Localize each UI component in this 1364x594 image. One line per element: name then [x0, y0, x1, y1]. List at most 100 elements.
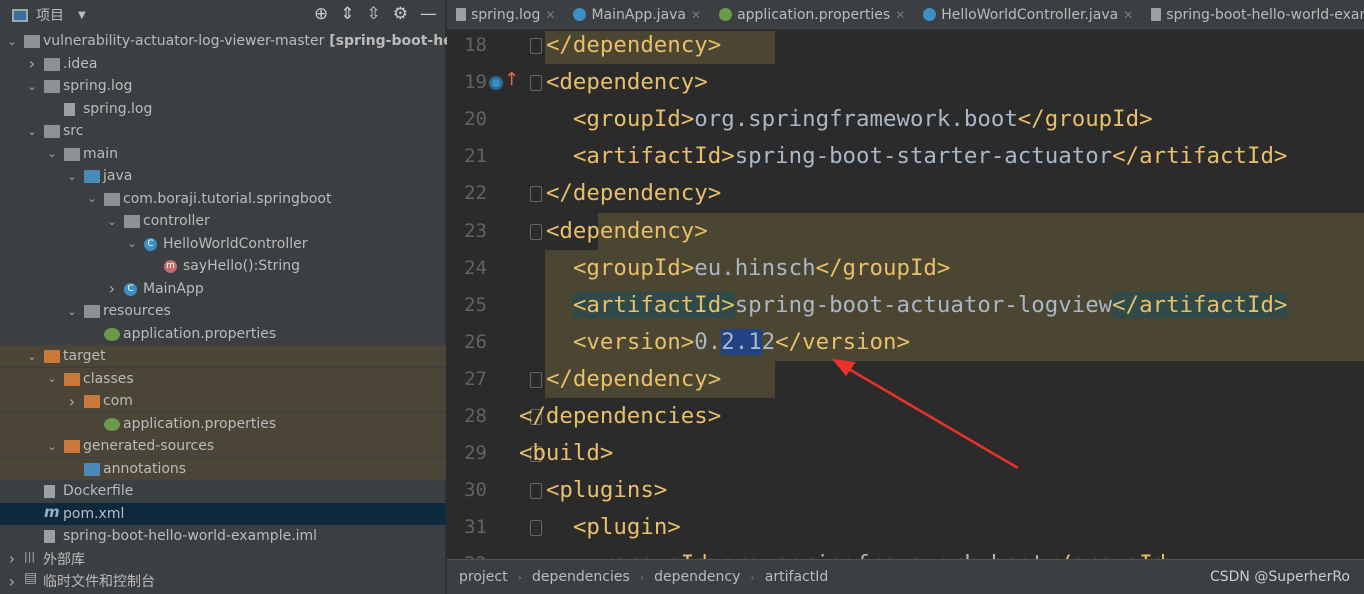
fold-icon[interactable] [530, 223, 542, 240]
minimize-icon[interactable]: — [420, 4, 437, 24]
tab[interactable]: spring.log ✕ [447, 7, 564, 23]
chevron-down-icon[interactable]: ⌄ [6, 35, 18, 48]
chevron-right-icon[interactable]: › [26, 54, 38, 73]
close-icon[interactable]: ✕ [691, 8, 701, 22]
code-line[interactable]: <dependency> [546, 64, 708, 101]
close-icon[interactable]: ✕ [1123, 8, 1133, 22]
expand-all-icon[interactable]: ⇕ [340, 4, 354, 24]
tree-item[interactable]: Dockerfile [0, 480, 446, 502]
tree-item[interactable]: application.properties [0, 323, 446, 345]
chevron-down-icon[interactable]: ⌄ [26, 350, 38, 363]
chevron-down-icon[interactable]: ⌄ [126, 237, 138, 250]
tree-item-label: Dockerfile [63, 483, 134, 499]
method-icon: m [164, 260, 177, 273]
close-icon[interactable]: ✕ [895, 8, 905, 22]
fold-icon[interactable] [530, 38, 542, 54]
chevron-down-icon[interactable]: ⌄ [106, 215, 118, 228]
override-gutter-icon[interactable] [489, 76, 503, 91]
code-line[interactable]: <groupId>org.springframework.boot</group… [573, 101, 1153, 138]
file-icon [923, 8, 937, 21]
code-line[interactable]: </dependency> [546, 361, 721, 398]
breadcrumb: project › dependencies › dependency › artif… [447, 559, 1364, 594]
code-line[interactable]: <artifactId>spring-boot-starter-actuator… [573, 138, 1287, 175]
tree-item[interactable]: spring.log [0, 98, 446, 120]
code-line[interactable]: </dependency> [546, 31, 721, 64]
chevron-right-icon[interactable]: › [106, 279, 118, 298]
fold-icon[interactable] [530, 75, 542, 92]
chevron-down-icon[interactable]: ⌄ [66, 170, 78, 183]
tree-item[interactable]: m sayHello():String [0, 255, 446, 277]
tree-item[interactable]: › ||| 外部库 [0, 548, 446, 570]
tree-item-label: src [63, 123, 84, 139]
tree-item[interactable]: ⌄ java [0, 165, 446, 187]
tree-item[interactable]: ⌄ generated-sources [0, 435, 446, 457]
breadcrumb-item[interactable]: artifactId [765, 569, 828, 585]
code-line[interactable]: <version>0.2.12</version> [573, 324, 910, 361]
tree-item[interactable]: › ▤ 临时文件和控制台 [0, 570, 446, 592]
code-line[interactable]: <groupId>org.springframework.boot</group… [600, 546, 1180, 559]
chevron-down-icon[interactable]: ⌄ [26, 80, 38, 93]
tab[interactable]: application.properties ✕ [710, 7, 914, 23]
tree-item[interactable]: ⌄ vulnerability-actuator-log-viewer-maste… [0, 30, 477, 52]
tree-item[interactable]: ⌄ com.boraji.tutorial.springboot [0, 188, 446, 210]
tree-item[interactable]: › com [0, 390, 446, 412]
tab[interactable]: spring-boot-hello-world-exam [1142, 7, 1364, 23]
tree-item[interactable]: ⌄ main [0, 143, 446, 165]
maven-icon: m [44, 502, 60, 521]
text-selection: 2.1 [721, 328, 762, 355]
chevron-down-icon[interactable]: ⌄ [66, 305, 78, 318]
xml-tag: <dependency> [545, 217, 708, 244]
project-panel-title[interactable]: 项目 [36, 5, 64, 25]
chevron-right-icon[interactable]: › [6, 549, 18, 568]
folder-orange-icon [64, 440, 80, 453]
fold-icon[interactable] [530, 186, 542, 203]
code-line[interactable]: </dependency> [546, 175, 721, 212]
gear-icon[interactable]: ⚙ [393, 4, 408, 24]
breadcrumb-item[interactable]: dependencies [532, 569, 630, 585]
code-line[interactable]: <dependency> [546, 213, 708, 250]
tree-item[interactable]: › C MainApp [0, 278, 446, 300]
fold-icon[interactable] [530, 520, 542, 537]
tree-item[interactable]: annotations [0, 457, 446, 480]
tree-item[interactable]: ⌄ resources [0, 300, 446, 322]
tree-item[interactable]: ⌄ spring.log [0, 75, 446, 97]
chevron-down-icon[interactable]: ⌄ [46, 147, 58, 160]
code-editor[interactable]: 18 </dependency> 19 <dependency> 20 <groupId>… [447, 31, 1364, 559]
tree-item-label: vulnerability-actuator-log-viewer-master… [43, 33, 478, 49]
breadcrumb-item[interactable]: project [459, 569, 508, 585]
breadcrumb-item[interactable]: dependency [654, 569, 740, 585]
tree-item[interactable]: m pom.xml [0, 502, 446, 525]
chevron-down-icon[interactable]: ⌄ [26, 125, 38, 138]
code-line[interactable]: <plugins> [546, 472, 667, 509]
tree-item[interactable]: ⌄ target [0, 345, 446, 367]
chevron-down-icon[interactable]: ⌄ [46, 440, 58, 453]
close-icon[interactable]: ✕ [545, 8, 555, 22]
chevron-down-icon[interactable]: ▼ [78, 10, 86, 21]
tree-item[interactable]: application.properties [0, 412, 446, 435]
tree-item[interactable]: ⌄ classes [0, 367, 446, 390]
code-line[interactable]: <artifactId>spring-boot-actuator-logview… [572, 287, 1288, 324]
properties-icon [104, 417, 120, 431]
chevron-right-icon[interactable]: › [6, 572, 18, 591]
tab[interactable]: HelloWorldController.java ✕ [914, 7, 1142, 23]
fold-icon[interactable] [530, 371, 542, 388]
line-number: 27 [464, 367, 487, 390]
tree-item-label: com.boraji.tutorial.springboot [123, 190, 332, 207]
code-line[interactable]: <plugin> [573, 509, 681, 546]
tree-item[interactable]: ⌄ C HelloWorldController [0, 233, 446, 255]
tree-item[interactable]: spring-boot-hello-world-example.iml [0, 525, 446, 547]
code-line[interactable]: <groupId>eu.hinsch</groupId> [573, 250, 950, 287]
chevron-right-icon[interactable]: › [66, 392, 78, 411]
tab[interactable]: MainApp.java ✕ [564, 7, 710, 23]
chevron-down-icon[interactable]: ⌄ [86, 192, 98, 205]
locate-icon[interactable]: ⊕ [314, 4, 328, 24]
tree-item[interactable]: › .idea [0, 53, 446, 75]
fold-icon[interactable] [530, 483, 542, 500]
code-line[interactable]: <build> [519, 435, 613, 472]
chevron-down-icon[interactable]: ⌄ [46, 372, 58, 385]
tree-item[interactable]: ⌄ controller [0, 210, 446, 232]
tree-item[interactable]: ⌄ src [0, 120, 446, 142]
xml-value: eu.hinsch [694, 254, 816, 281]
collapse-all-icon[interactable]: ⇳ [367, 4, 381, 24]
code-line[interactable]: </dependencies> [519, 398, 721, 435]
